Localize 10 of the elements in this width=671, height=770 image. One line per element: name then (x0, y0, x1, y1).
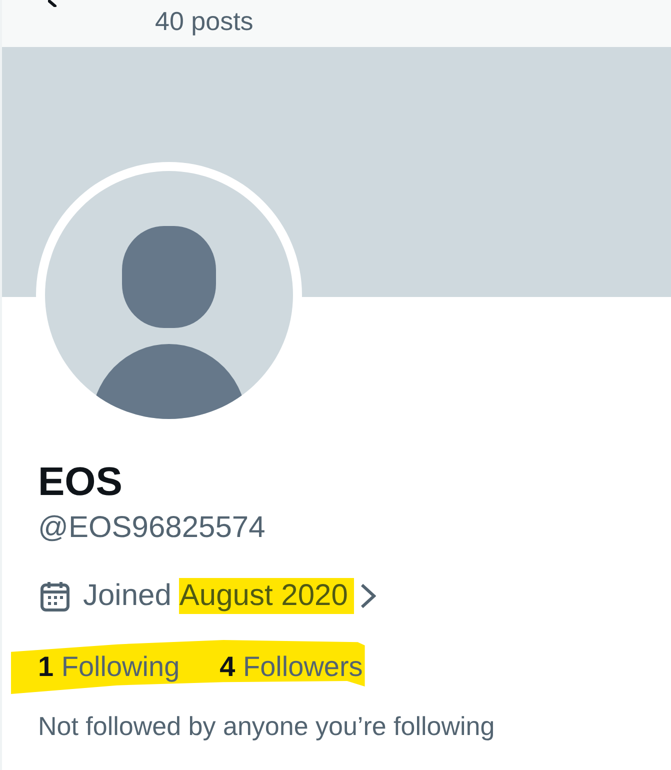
stat-link[interactable]: 4 Followers (220, 650, 363, 684)
calendar-icon (40, 580, 70, 612)
display-name: EOS (38, 459, 124, 506)
chevron-right-icon (360, 583, 376, 609)
joined-label: Joined (83, 578, 172, 614)
posts-count: 40 posts (155, 5, 254, 38)
joined-date: August 2020 (179, 578, 354, 614)
stat-link[interactable]: 1 Following (38, 650, 180, 684)
followed-by-text: Not followed by anyone you’re following (38, 710, 496, 742)
user-handle: @EOS96825574 (38, 510, 266, 546)
